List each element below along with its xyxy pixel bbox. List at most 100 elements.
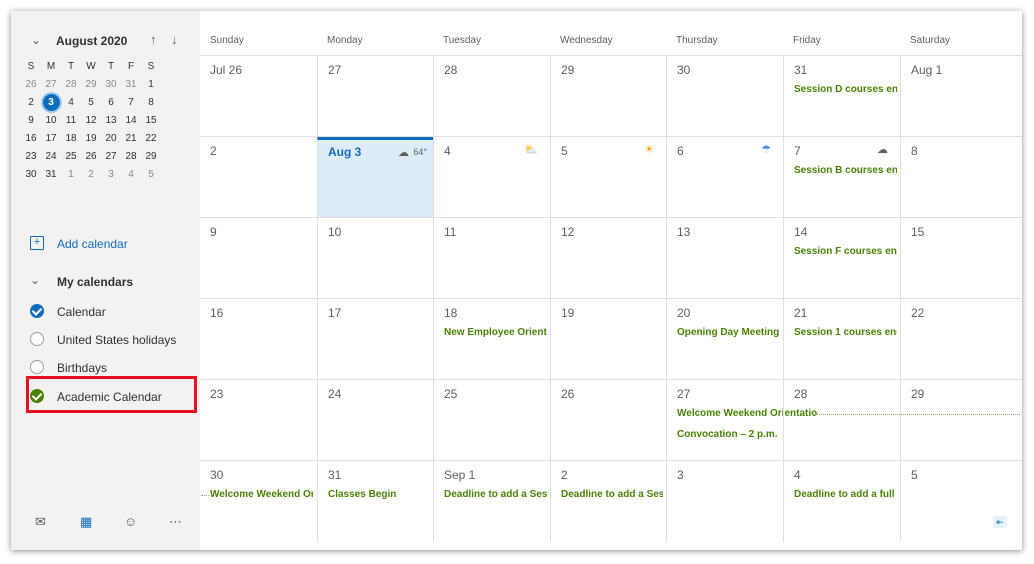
calendar-item-united-states-holidays[interactable]: United States holidays [11, 327, 200, 353]
mini-calendar-day[interactable]: 20 [101, 130, 121, 148]
day-cell[interactable]: 24 [317, 380, 433, 461]
day-cell[interactable]: 8 [900, 137, 1022, 218]
mini-calendar-day[interactable]: 1 [61, 166, 81, 184]
day-cell[interactable]: 16 [200, 299, 317, 380]
day-cell[interactable]: 30 [666, 56, 783, 137]
more-apps-icon[interactable]: ⋯ [169, 514, 182, 530]
day-cell[interactable]: 25 [433, 380, 550, 461]
mini-calendar-day[interactable]: 31 [121, 76, 141, 94]
mini-calendar-day[interactable]: 5 [141, 166, 161, 184]
mini-calendar-day[interactable]: 26 [21, 76, 41, 94]
day-cell[interactable]: 11 [433, 218, 550, 299]
mini-calendar-day[interactable]: 2 [21, 94, 41, 112]
mini-calendar-day[interactable]: 15 [141, 112, 161, 130]
day-cell[interactable]: 30 Welcome Weekend Ori [200, 461, 317, 542]
calendar-item-academic-calendar[interactable]: Academic Calendar [11, 384, 200, 410]
day-cell[interactable]: 12 [550, 218, 666, 299]
checked-circle-icon[interactable] [30, 389, 44, 403]
people-icon[interactable]: ☺ [124, 514, 137, 529]
day-cell[interactable]: 4 ⛅ [433, 137, 550, 218]
day-cell[interactable]: 29 [550, 56, 666, 137]
calendar-item-calendar[interactable]: Calendar [11, 299, 200, 325]
calendar-event[interactable]: Welcome Weekend Ori [210, 489, 313, 500]
mini-calendar-day[interactable]: 12 [81, 112, 101, 130]
day-cell[interactable]: 5 ☀ [550, 137, 666, 218]
mail-icon[interactable]: ✉ [35, 514, 46, 530]
mini-calendar-day[interactable]: 22 [141, 130, 161, 148]
mini-calendar-day[interactable]: 9 [21, 112, 41, 130]
mini-calendar-day[interactable]: 19 [81, 130, 101, 148]
mini-calendar-day[interactable]: 4 [61, 94, 81, 112]
day-cell[interactable]: 21 Session 1 courses end [783, 299, 900, 380]
mini-calendar-day[interactable]: 27 [101, 148, 121, 166]
mini-calendar-day[interactable]: 27 [41, 76, 61, 94]
day-cell[interactable]: 27 [317, 56, 433, 137]
mini-calendar-day[interactable]: 11 [61, 112, 81, 130]
add-calendar-button[interactable]: + Add calendar [11, 231, 200, 257]
mini-calendar-day[interactable]: 30 [21, 166, 41, 184]
day-cell[interactable]: 23 [200, 380, 317, 461]
calendar-event[interactable]: Convocation – 2 p.m. [677, 429, 778, 440]
calendar-item-birthdays[interactable]: Birthdays [11, 355, 200, 381]
day-cell[interactable]: 7 ☁ Session B courses end [783, 137, 900, 218]
day-cell[interactable]: 6 ☂ [666, 137, 783, 218]
day-cell[interactable]: 27 Welcome Weekend Orientation Convocation… [666, 380, 817, 461]
unchecked-circle-icon[interactable] [30, 360, 44, 374]
mini-calendar-day[interactable]: 1 [141, 76, 161, 94]
day-cell[interactable]: Jul 26 [200, 56, 317, 137]
day-cell[interactable]: 17 [317, 299, 433, 380]
mini-calendar-day[interactable]: 21 [121, 130, 141, 148]
day-cell[interactable]: 15 [900, 218, 1022, 299]
next-month-arrow-icon[interactable]: ↓ [171, 32, 178, 47]
mini-calendar-day[interactable]: 13 [101, 112, 121, 130]
unchecked-circle-icon[interactable] [30, 332, 44, 346]
mini-calendar-day[interactable]: 4 [121, 166, 141, 184]
calendar-event[interactable]: New Employee Orienta [444, 327, 547, 338]
day-cell[interactable]: 5 [900, 461, 1022, 542]
mini-calendar-day[interactable]: 28 [121, 148, 141, 166]
mini-calendar-month-title[interactable]: August 2020 [56, 34, 127, 48]
collapse-chevron-icon[interactable]: ⌄ [31, 33, 41, 47]
day-cell[interactable]: 18 New Employee Orienta [433, 299, 550, 380]
day-cell[interactable]: 31 Classes Begin [317, 461, 433, 542]
day-cell[interactable]: 28 [783, 380, 900, 461]
checked-circle-icon[interactable] [30, 304, 44, 318]
mini-calendar-day[interactable]: 10 [41, 112, 61, 130]
day-cell[interactable]: 22 [900, 299, 1022, 380]
day-cell[interactable]: Aug 1 [900, 56, 1022, 137]
mini-calendar-day[interactable]: 29 [81, 76, 101, 94]
calendar-event[interactable]: Session F courses end [794, 246, 897, 257]
day-cell[interactable]: 9 [200, 218, 317, 299]
mini-calendar-day[interactable]: 18 [61, 130, 81, 148]
today-day-cell[interactable]: Aug 3 ☁ 64° [317, 137, 433, 218]
mini-calendar-day[interactable]: 16 [21, 130, 41, 148]
day-cell[interactable]: 4 Deadline to add a full s [783, 461, 900, 542]
day-cell[interactable]: 10 [317, 218, 433, 299]
mini-calendar-day[interactable]: 14 [121, 112, 141, 130]
mini-calendar-day[interactable]: 30 [101, 76, 121, 94]
my-calendars-group-header[interactable]: ⌄ My calendars [11, 269, 200, 295]
mini-calendar-day[interactable]: 7 [121, 94, 141, 112]
mini-calendar-day[interactable]: 5 [81, 94, 101, 112]
mini-calendar-day[interactable]: 6 [101, 94, 121, 112]
calendar-event[interactable]: Opening Day Meeting [677, 327, 779, 338]
day-cell[interactable]: 31 Session D courses end [783, 56, 900, 137]
mini-calendar-day[interactable]: 24 [41, 148, 61, 166]
mini-calendar-day[interactable]: 28 [61, 76, 81, 94]
calendar-event[interactable]: Deadline to add a Sess [561, 489, 663, 500]
day-cell[interactable]: 28 [433, 56, 550, 137]
mini-calendar-day[interactable]: 3 [41, 94, 61, 112]
mini-calendar-day[interactable]: 3 [101, 166, 121, 184]
mini-calendar-day[interactable]: 31 [41, 166, 61, 184]
day-cell[interactable]: 29 [900, 380, 1022, 461]
day-cell[interactable]: 2 Deadline to add a Sess [550, 461, 666, 542]
day-cell[interactable]: 26 [550, 380, 666, 461]
mini-calendar-day[interactable]: 26 [81, 148, 101, 166]
day-cell[interactable]: 2 [200, 137, 317, 218]
day-cell[interactable]: 13 [666, 218, 783, 299]
previous-month-arrow-icon[interactable]: ↑ [150, 32, 157, 47]
day-cell[interactable]: Sep 1 Deadline to add a Sess [433, 461, 550, 542]
mini-calendar-day[interactable]: 8 [141, 94, 161, 112]
mini-calendar-day[interactable]: 29 [141, 148, 161, 166]
day-cell[interactable]: 14 Session F courses end [783, 218, 900, 299]
